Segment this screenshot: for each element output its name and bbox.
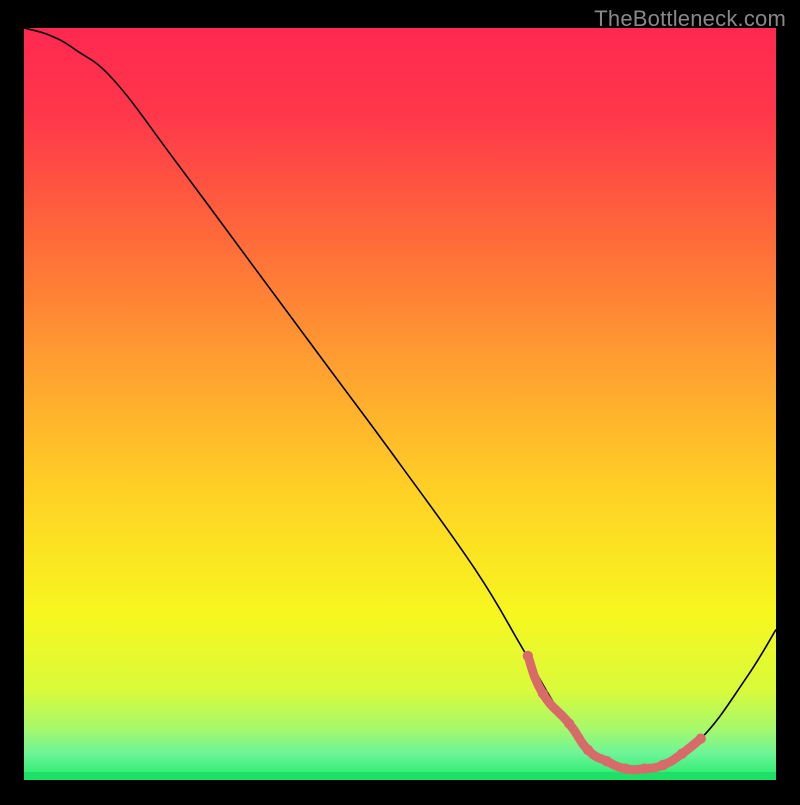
chart-svg bbox=[0, 0, 800, 800]
bottleneck-chart: TheBottleneck.com bbox=[0, 0, 800, 800]
highlight-dot bbox=[564, 718, 574, 728]
highlight-dot bbox=[677, 749, 687, 759]
highlight-dot bbox=[602, 756, 612, 766]
highlight-dot bbox=[620, 764, 630, 774]
highlight-dot bbox=[658, 760, 668, 770]
chart-green-band bbox=[24, 772, 776, 780]
highlight-dot bbox=[696, 733, 706, 743]
watermark-text: TheBottleneck.com bbox=[594, 6, 786, 32]
highlight-dot bbox=[583, 745, 593, 755]
highlight-dot bbox=[538, 688, 548, 698]
highlight-dot bbox=[523, 651, 533, 661]
chart-background bbox=[24, 28, 776, 780]
highlight-dot bbox=[639, 764, 649, 774]
